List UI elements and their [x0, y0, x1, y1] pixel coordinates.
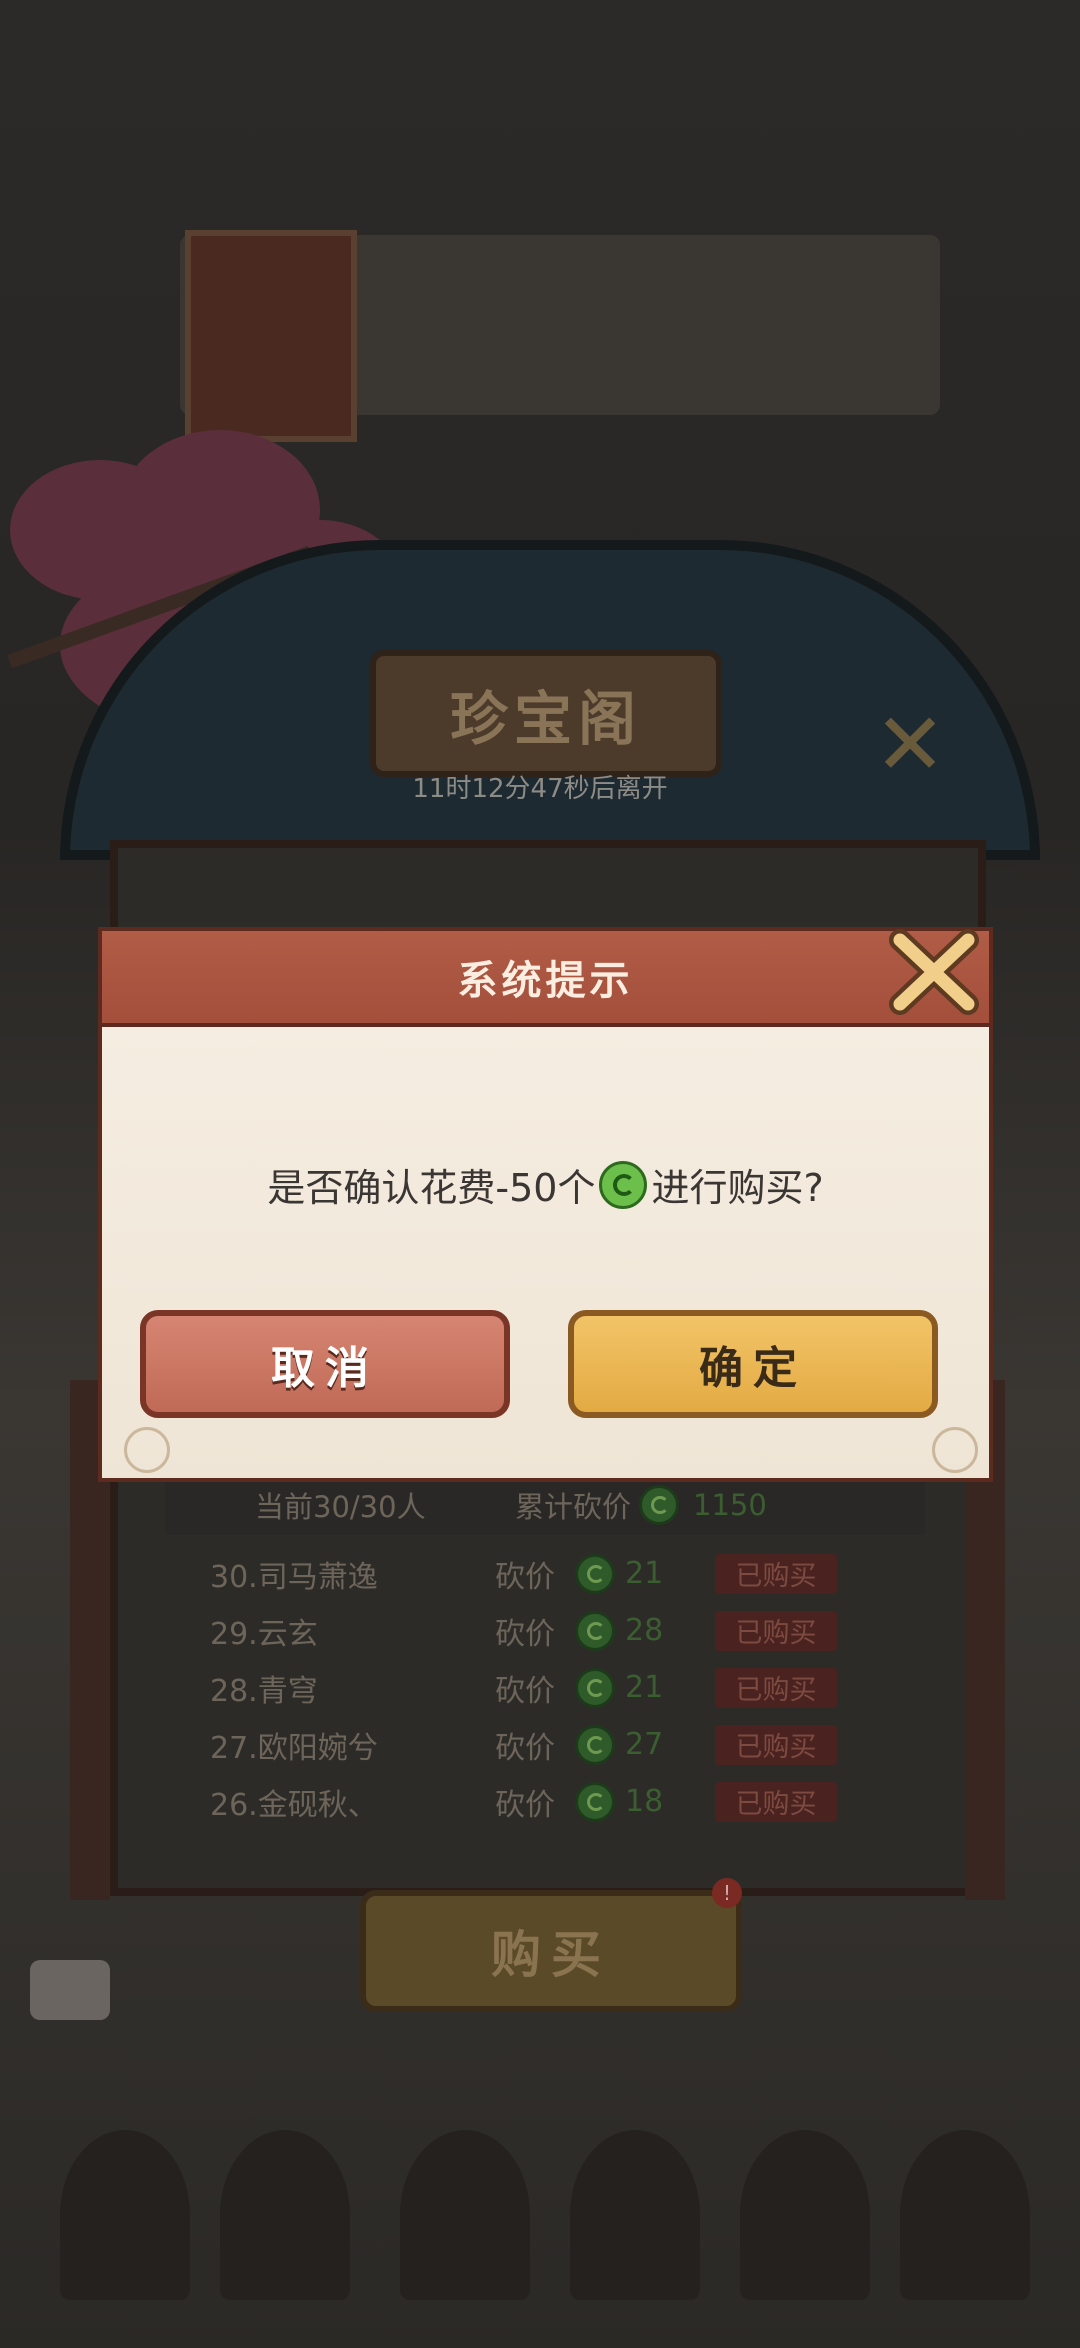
system-prompt-dialog: 系统提示 是否确认花费-50个 进行购买? 取消 确定	[98, 927, 993, 1482]
bargainer-name: 29.云玄	[210, 1616, 318, 1652]
jade-coin-icon	[639, 1485, 680, 1525]
list-item: 26.金砚秋、 砍价 18 已购买	[165, 1773, 925, 1830]
avatar	[900, 2130, 1030, 2300]
jade-coin-icon	[599, 1161, 648, 1209]
bargain-amount: 27	[625, 1727, 664, 1762]
list-item: 30.司马萧逸 砍价 21 已购买	[165, 1545, 925, 1602]
avatar	[400, 2130, 530, 2300]
jade-coin-icon	[575, 1724, 615, 1765]
participant-count: 当前30/30人	[255, 1490, 426, 1524]
status-badge: 已购买	[715, 1781, 837, 1822]
avatar	[740, 2130, 870, 2300]
bargain-amount: 28	[625, 1613, 664, 1648]
close-icon[interactable]	[878, 922, 988, 1022]
bargainer-name: 30.司马萧逸	[210, 1559, 378, 1595]
message-text: 是否确认花费-50个	[267, 1166, 596, 1210]
total-bargain-value: 1150	[693, 1488, 767, 1522]
jade-coin-icon	[575, 1781, 615, 1822]
bargain-amount: 18	[625, 1784, 664, 1819]
bargain-action: 砍价	[495, 1559, 555, 1595]
close-icon[interactable]: ✕	[870, 702, 950, 788]
confirm-button[interactable]: 确定	[568, 1310, 938, 1418]
shop-title: 珍宝阁	[370, 650, 722, 777]
status-badge: 已购买	[715, 1667, 837, 1708]
alert-badge: !	[712, 1878, 742, 1908]
departure-timer: 11时12分47秒后离开	[412, 774, 668, 804]
avatar	[60, 2130, 190, 2300]
character-row	[0, 2080, 1080, 2348]
status-badge: 已购买	[715, 1610, 837, 1651]
cancel-button[interactable]: 取消	[140, 1310, 510, 1418]
buy-button[interactable]: 购买	[360, 1890, 742, 2012]
bargain-action: 砍价	[495, 1787, 555, 1823]
dialog-title: 系统提示	[457, 958, 634, 1004]
avatar	[220, 2130, 350, 2300]
bargain-amount: 21	[625, 1670, 664, 1705]
bargain-list: 30.司马萧逸 砍价 21 已购买 29.云玄 砍价 28 已购买 28.青穹 …	[165, 1545, 925, 1830]
chat-icon[interactable]	[30, 1960, 110, 2020]
status-badge: 已购买	[715, 1553, 837, 1594]
list-item: 28.青穹 砍价 21 已购买	[165, 1659, 925, 1716]
bargainer-name: 27.欧阳婉兮	[210, 1730, 378, 1766]
list-item: 27.欧阳婉兮 砍价 27 已购买	[165, 1716, 925, 1773]
jade-coin-icon	[575, 1667, 615, 1708]
bargain-amount: 21	[625, 1556, 664, 1591]
list-item: 29.云玄 砍价 28 已购买	[165, 1602, 925, 1659]
bargainer-name: 26.金砚秋、	[210, 1787, 378, 1823]
status-badge: 已购买	[715, 1724, 837, 1765]
bargain-action: 砍价	[495, 1730, 555, 1766]
corner-decoration	[932, 1427, 978, 1473]
corner-decoration	[124, 1427, 170, 1473]
bargain-stats: 当前30/30人 累计砍价 1150	[165, 1475, 925, 1535]
bargain-action: 砍价	[495, 1673, 555, 1709]
dialog-header: 系统提示	[98, 927, 993, 1027]
bargainer-name: 28.青穹	[210, 1673, 318, 1709]
total-bargain-label: 累计砍价	[515, 1490, 632, 1524]
jade-coin-icon	[575, 1553, 615, 1594]
avatar	[570, 2130, 700, 2300]
confirm-message: 是否确认花费-50个 进行购买?	[98, 1157, 993, 1212]
banner-emblem	[185, 230, 357, 442]
bargain-action: 砍价	[495, 1616, 555, 1652]
jade-coin-icon	[575, 1610, 615, 1651]
message-text: 进行购买?	[651, 1166, 824, 1210]
